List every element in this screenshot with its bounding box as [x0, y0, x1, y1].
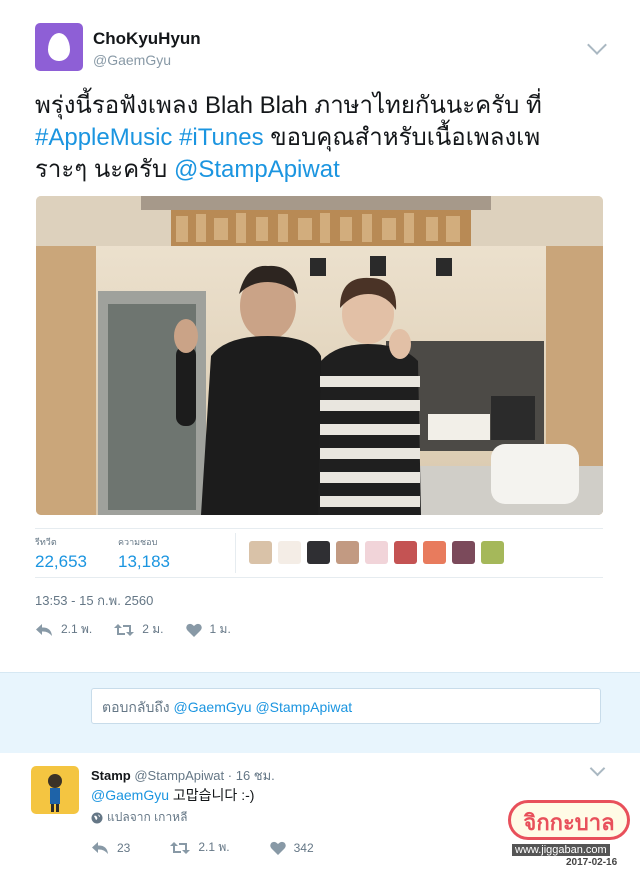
retweet-stat-label: รีทวีต: [35, 537, 57, 547]
display-name[interactable]: ChoKyuHyun: [93, 29, 201, 49]
watermark-url: www.jiggaban.com: [512, 844, 610, 856]
like-stat-label: ความชอบ: [118, 537, 158, 547]
heart-icon: [269, 841, 286, 855]
hashtag-link[interactable]: #iTunes: [179, 124, 264, 151]
reply-message: 고맙습니다 :-): [172, 787, 255, 803]
liker-avatar[interactable]: [394, 541, 417, 564]
reply-button[interactable]: 23: [91, 841, 130, 855]
engagement-stats: รีทวีต 22,653 ความชอบ 13,183: [35, 528, 603, 578]
liker-avatar[interactable]: [452, 541, 475, 564]
watermark-date: 2017-02-16: [566, 857, 618, 868]
reply-time[interactable]: · 16 ชม.: [228, 768, 275, 783]
translate-link[interactable]: แปลจาก เกาหลี: [91, 808, 187, 827]
reply-handle[interactable]: @StampApiwat: [134, 768, 224, 783]
reply-icon: [36, 623, 52, 636]
egg-icon: [48, 33, 70, 61]
reply-count: 2.1 พ.: [61, 622, 93, 636]
reply-mention: @StampApiwat: [255, 699, 353, 715]
liker-avatar[interactable]: [365, 541, 388, 564]
like-action-count: 342: [293, 840, 314, 855]
reply-count: 23: [117, 840, 131, 855]
reply-button[interactable]: 2.1 พ.: [35, 620, 92, 639]
globe-icon: [91, 812, 103, 823]
retweet-action-count: 2.1 พ.: [198, 840, 230, 854]
retweet-button[interactable]: 2.1 พ.: [170, 838, 230, 857]
reply-actions: 23 2.1 พ. 342: [91, 838, 354, 857]
reply-display-name[interactable]: Stamp: [91, 768, 131, 783]
tweet-text-part: ราะๆ นะครับ: [35, 156, 168, 183]
cartoon-avatar-icon: [48, 774, 62, 812]
mention-link[interactable]: @GaemGyu: [91, 787, 169, 803]
retweet-action-count: 2 ม.: [142, 622, 164, 636]
like-stat[interactable]: ความชอบ 13,183: [118, 535, 170, 572]
tweet-text: พรุ่งนี้รอฟังเพลง Blah Blah ภาษาไทยกันนะ…: [35, 90, 615, 186]
tweet-actions: 2.1 พ. 2 ม. 1 ม.: [35, 620, 253, 639]
reply-placeholder: ตอบกลับถึง: [102, 699, 170, 715]
like-count: 13,183: [118, 552, 170, 571]
liker-avatar[interactable]: [307, 541, 330, 564]
reply-avatar[interactable]: [31, 766, 79, 814]
liker-avatar[interactable]: [278, 541, 301, 564]
like-button[interactable]: 1 ม.: [185, 620, 231, 639]
watermark-logo: จิกกะบาล: [508, 800, 630, 840]
chevron-down-icon[interactable]: [587, 35, 607, 55]
reply-input[interactable]: ตอบกลับถึง @GaemGyu @StampApiwat: [91, 688, 601, 724]
hashtag-link[interactable]: #AppleMusic: [35, 124, 172, 151]
liker-avatar[interactable]: [423, 541, 446, 564]
tweet-photo[interactable]: [36, 196, 603, 515]
like-action-count: 1 ม.: [209, 622, 231, 636]
divider: [235, 533, 236, 573]
retweet-count: 22,653: [35, 552, 87, 571]
liker-avatar[interactable]: [481, 541, 504, 564]
mention-link[interactable]: @StampApiwat: [174, 156, 340, 183]
reply-text: @GaemGyu 고맙습니다 :-): [91, 785, 254, 805]
retweet-button[interactable]: 2 ม.: [114, 620, 164, 639]
like-button[interactable]: 342: [269, 840, 314, 855]
tweet-text-part: ขอบคุณสำหรับเนื้อเพลงเพ: [270, 124, 541, 151]
retweet-stat[interactable]: รีทวีต 22,653: [35, 535, 87, 572]
user-handle[interactable]: @GaemGyu: [93, 52, 171, 68]
translate-label: แปลจาก เกาหลี: [107, 810, 188, 824]
tweet-text-part: พรุ่งนี้รอฟังเพลง Blah Blah ภาษาไทยกันนะ…: [35, 92, 542, 119]
liker-avatars: [249, 541, 504, 564]
avatar[interactable]: [35, 23, 83, 71]
retweet-icon: [170, 841, 191, 854]
liker-avatar[interactable]: [336, 541, 359, 564]
reply-icon: [92, 841, 108, 854]
tweet-timestamp[interactable]: 13:53 - 15 ก.พ. 2560: [35, 590, 153, 611]
site-watermark: จิกกะบาล www.jiggaban.com 2017-02-16: [508, 800, 633, 868]
liker-avatar[interactable]: [249, 541, 272, 564]
studio-photo: [36, 196, 603, 515]
heart-icon: [185, 623, 202, 637]
retweet-icon: [114, 623, 135, 636]
reply-mention: @GaemGyu: [173, 699, 252, 715]
reply-header: Stamp @StampApiwat · 16 ชม.: [91, 765, 275, 786]
